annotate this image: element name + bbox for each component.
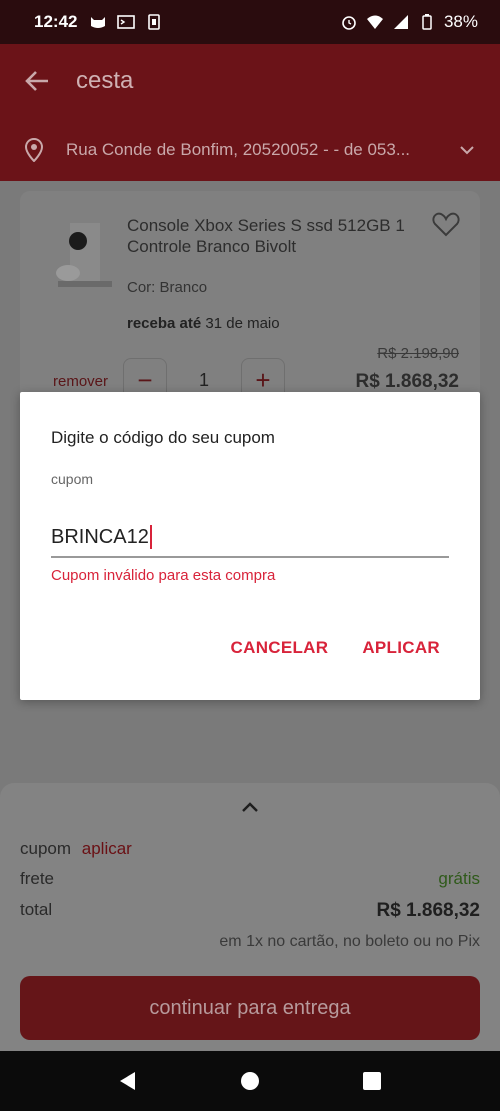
dialog-title: Digite o código do seu cupom bbox=[51, 428, 275, 447]
dialog-actions: CANCELAR APLICAR bbox=[231, 638, 440, 658]
product-name[interactable]: Console Xbox Series S ssd 512GB 1 Contro… bbox=[127, 215, 417, 257]
total-row: total R$ 1.868,32 bbox=[20, 900, 480, 921]
delivery-estimate: receba até 31 de maio bbox=[127, 315, 280, 332]
battery-icon bbox=[422, 14, 432, 30]
shipping-value: grátis bbox=[438, 869, 480, 888]
coupon-input-value: BRINCA12 bbox=[51, 525, 149, 548]
remove-button[interactable]: remover bbox=[53, 373, 108, 390]
status-right-icons: 38% bbox=[340, 12, 478, 32]
coupon-row: cupom aplicar bbox=[20, 839, 480, 859]
cat-app-icon bbox=[91, 17, 106, 28]
delivery-date: 31 de maio bbox=[205, 315, 280, 332]
total-label: total bbox=[20, 900, 53, 919]
back-arrow-icon[interactable] bbox=[24, 68, 50, 94]
heart-icon[interactable] bbox=[432, 211, 460, 237]
address-selector[interactable]: Rua Conde de Bonfim, 20520052 - - de 053… bbox=[0, 118, 500, 181]
terminal-icon bbox=[117, 15, 136, 29]
location-pin-icon bbox=[24, 137, 44, 162]
coupon-dialog: Digite o código do seu cupom cupom BRINC… bbox=[20, 392, 480, 700]
status-left-icons bbox=[89, 14, 163, 30]
page-title: cesta bbox=[76, 67, 134, 94]
app-notification-icon bbox=[148, 14, 161, 30]
status-bar: 12:42 38% bbox=[0, 0, 500, 44]
app-header: cesta Rua Conde de Bonfim, 20520052 - - … bbox=[0, 44, 500, 181]
shipping-row: frete grátis bbox=[20, 869, 480, 889]
order-summary: cupom aplicar frete grátis total R$ 1.86… bbox=[0, 783, 500, 1051]
cancel-button[interactable]: CANCELAR bbox=[231, 638, 329, 658]
shipping-label: frete bbox=[20, 869, 55, 888]
wifi-icon bbox=[366, 15, 383, 29]
total-value: R$ 1.868,32 bbox=[376, 900, 480, 921]
apply-coupon-link[interactable]: aplicar bbox=[82, 839, 132, 858]
product-image[interactable] bbox=[48, 219, 120, 291]
apply-button[interactable]: APLICAR bbox=[362, 638, 440, 658]
alarm-icon bbox=[342, 16, 356, 30]
coupon-label: cupom bbox=[20, 839, 72, 858]
delivery-label: receba até bbox=[127, 315, 202, 332]
nav-home-icon[interactable] bbox=[239, 1070, 261, 1092]
coupon-input[interactable]: BRINCA12 bbox=[51, 518, 449, 558]
product-card: Console Xbox Series S ssd 512GB 1 Contro… bbox=[20, 191, 480, 402]
system-nav-bar bbox=[0, 1051, 500, 1111]
nav-recents-icon[interactable] bbox=[361, 1070, 383, 1092]
nav-back-icon[interactable] bbox=[117, 1070, 139, 1092]
product-color: Cor: Branco bbox=[127, 279, 208, 296]
signal-icon bbox=[393, 15, 408, 29]
coupon-field-label: cupom bbox=[51, 471, 94, 487]
header-top: cesta bbox=[0, 44, 500, 118]
chevron-up-icon[interactable] bbox=[240, 799, 260, 815]
installments-text: em 1x no cartão, no boleto ou no Pix bbox=[219, 933, 480, 950]
old-price: R$ 2.198,90 bbox=[377, 345, 459, 362]
status-time: 12:42 bbox=[34, 12, 78, 31]
address-text: Rua Conde de Bonfim, 20520052 - - de 053… bbox=[66, 139, 411, 159]
coupon-error-message: Cupom inválido para esta compra bbox=[51, 567, 276, 584]
continue-to-delivery-button[interactable]: continuar para entrega bbox=[20, 976, 480, 1040]
text-caret bbox=[149, 525, 152, 549]
battery-percent: 38% bbox=[443, 12, 478, 31]
product-price: R$ 1.868,32 bbox=[355, 371, 459, 392]
chevron-down-icon bbox=[460, 145, 474, 154]
quantity-value: 1 bbox=[198, 369, 209, 390]
